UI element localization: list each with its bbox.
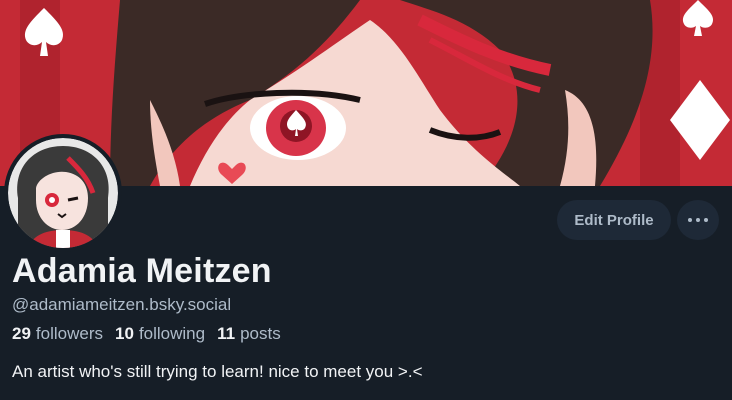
avatar[interactable] (4, 134, 122, 252)
ellipsis-icon (696, 218, 700, 222)
ellipsis-icon (704, 218, 708, 222)
posts-stat: 11 posts (217, 324, 281, 344)
followers-label: followers (35, 324, 104, 343)
display-name: Adamia Meitzen (12, 252, 272, 290)
posts-label: posts (240, 324, 281, 343)
avatar-image (8, 138, 118, 248)
profile-handle: @adamiameitzen.bsky.social (12, 295, 232, 314)
following-stat[interactable]: 10 following (115, 324, 205, 344)
profile-stats: 29 followers 10 following 11 posts (12, 324, 281, 344)
profile-bio: An artist who's still trying to learn! n… (12, 362, 423, 381)
following-count: 10 (115, 324, 134, 343)
posts-count: 11 (217, 324, 236, 343)
more-options-button[interactable] (677, 200, 719, 240)
following-label: following (138, 324, 206, 343)
followers-stat[interactable]: 29 followers (12, 324, 103, 344)
ellipsis-icon (688, 218, 692, 222)
edit-profile-button[interactable]: Edit Profile (557, 200, 671, 240)
followers-count: 29 (12, 324, 31, 343)
